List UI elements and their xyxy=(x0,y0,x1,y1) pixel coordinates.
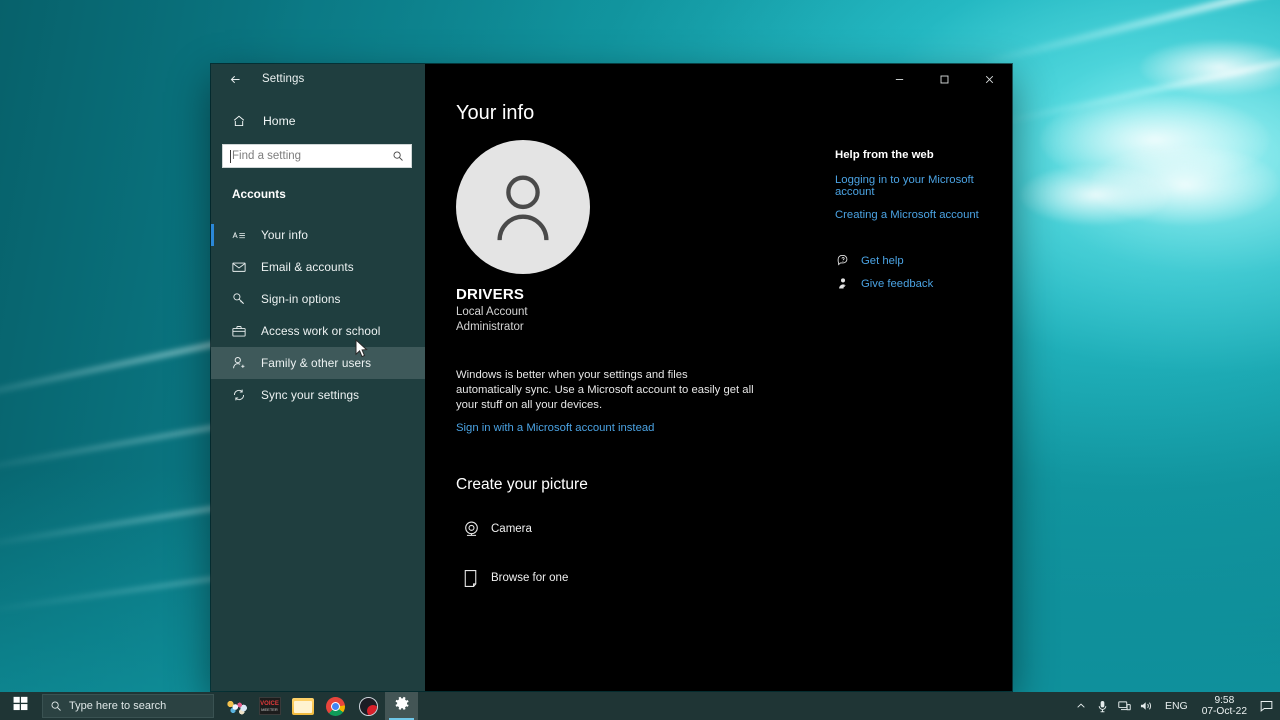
windows-start-icon xyxy=(13,696,28,716)
sync-icon xyxy=(232,388,250,402)
main-content: Your info DRIVERS Local Account Administ… xyxy=(425,102,1012,691)
sidebar-item-access-work-school[interactable]: Access work or school xyxy=(211,315,425,347)
input-language[interactable]: ENG xyxy=(1158,700,1195,712)
page-title: Your info xyxy=(456,102,535,124)
taskbar-search-box[interactable]: Type here to search xyxy=(42,694,214,718)
get-help-icon xyxy=(835,254,852,267)
taskbar-app-cortana[interactable] xyxy=(220,692,253,720)
taskbar: Type here to search VOICE MEETER ENG 9:5… xyxy=(0,692,1280,720)
taskbar-app-media-player[interactable] xyxy=(352,692,385,720)
maximize-button[interactable] xyxy=(922,64,967,94)
sidebar-nav-list: Your info Email & accounts Sign-in optio… xyxy=(211,219,425,411)
volume-icon[interactable] xyxy=(1136,692,1158,720)
add-person-icon xyxy=(232,356,250,370)
account-type: Local Account xyxy=(456,306,528,318)
taskbar-app-chrome[interactable] xyxy=(319,692,352,720)
chrome-icon xyxy=(326,696,345,716)
taskbar-app-file-explorer[interactable] xyxy=(286,692,319,720)
system-tray: ENG 9:58 07-Oct-22 xyxy=(1070,692,1280,720)
minimize-button[interactable] xyxy=(877,64,922,94)
help-actions: Get help Give feedback xyxy=(835,254,1010,290)
search-icon[interactable] xyxy=(392,150,411,162)
taskbar-search-placeholder: Type here to search xyxy=(69,700,167,712)
search-input[interactable] xyxy=(231,150,392,162)
avatar xyxy=(456,140,590,274)
feedback-icon xyxy=(835,277,852,290)
clock-time: 9:58 xyxy=(1214,695,1235,706)
give-feedback-action[interactable]: Give feedback xyxy=(835,277,1010,290)
window-titlebar-right xyxy=(425,64,1012,94)
sidebar-item-label: Family & other users xyxy=(261,356,372,370)
sidebar-item-your-info[interactable]: Your info xyxy=(211,219,425,251)
sidebar-item-sync-your-settings[interactable]: Sync your settings xyxy=(211,379,425,411)
back-arrow-icon[interactable] xyxy=(222,68,248,90)
help-rail-title: Help from the web xyxy=(835,149,934,161)
person-avatar-icon xyxy=(484,166,562,249)
microphone-icon[interactable] xyxy=(1092,692,1114,720)
settings-main-pane: Your info DRIVERS Local Account Administ… xyxy=(425,64,1012,691)
file-explorer-icon xyxy=(291,697,314,715)
account-info-icon xyxy=(232,229,250,242)
close-button[interactable] xyxy=(967,64,1012,94)
voicemeeter-line2: MEETER xyxy=(261,706,278,712)
picture-option-browse[interactable]: Browse for one xyxy=(456,564,1012,592)
sidebar-item-home[interactable]: Home xyxy=(211,107,425,135)
sidebar-item-label: Email & accounts xyxy=(261,260,354,274)
sidebar-item-family-other-users[interactable]: Family & other users xyxy=(211,347,425,379)
key-icon xyxy=(232,292,250,306)
network-icon[interactable] xyxy=(1114,692,1136,720)
sidebar-item-label: Access work or school xyxy=(261,324,381,338)
give-feedback-label[interactable]: Give feedback xyxy=(861,278,933,290)
help-link-creating-account[interactable]: Creating a Microsoft account xyxy=(835,209,1010,221)
sidebar-home-label: Home xyxy=(263,114,296,128)
chevron-up-icon[interactable] xyxy=(1070,692,1092,720)
get-help-action[interactable]: Get help xyxy=(835,254,1010,267)
picture-option-camera[interactable]: Camera xyxy=(456,515,1012,543)
picture-option-label: Camera xyxy=(491,523,532,535)
get-help-label[interactable]: Get help xyxy=(861,255,904,267)
voicemeeter-icon: VOICE MEETER xyxy=(258,697,281,715)
media-player-icon xyxy=(359,696,378,716)
taskbar-app-icons: VOICE MEETER xyxy=(220,692,418,720)
sidebar-item-label: Sign-in options xyxy=(261,292,341,306)
briefcase-icon xyxy=(232,325,250,338)
clock-date: 07-Oct-22 xyxy=(1201,706,1247,717)
window-titlebar-left: Settings xyxy=(211,64,425,94)
help-rail: Help from the web Logging in to your Mic… xyxy=(835,149,1010,300)
search-icon xyxy=(43,700,69,712)
account-role: Administrator xyxy=(456,321,524,333)
sidebar-section-title: Accounts xyxy=(232,187,286,201)
sidebar-item-label: Sync your settings xyxy=(261,388,360,402)
sidebar-item-signin-options[interactable]: Sign-in options xyxy=(211,283,425,315)
help-link-logging-in[interactable]: Logging in to your Microsoft account xyxy=(835,174,1010,198)
settings-sidebar: Settings Home Find a setting Accounts Yo… xyxy=(211,64,425,691)
sidebar-item-email-accounts[interactable]: Email & accounts xyxy=(211,251,425,283)
sign-in-microsoft-link[interactable]: Sign in with a Microsoft account instead xyxy=(456,422,654,434)
taskbar-app-settings[interactable] xyxy=(385,692,418,720)
notification-icon[interactable] xyxy=(1254,692,1278,720)
taskbar-app-voicemeeter[interactable]: VOICE MEETER xyxy=(253,692,286,720)
desktop: Settings Home Find a setting Accounts Yo… xyxy=(0,0,1280,720)
home-icon xyxy=(232,114,254,128)
envelope-icon xyxy=(232,261,250,273)
picture-option-label: Browse for one xyxy=(491,572,569,584)
clock[interactable]: 9:58 07-Oct-22 xyxy=(1195,692,1254,720)
start-button[interactable] xyxy=(0,692,40,720)
window-title: Settings xyxy=(262,73,305,85)
settings-search-box[interactable] xyxy=(222,144,412,168)
cortana-icon xyxy=(225,696,248,716)
sync-description: Windows is better when your settings and… xyxy=(456,369,754,411)
gear-icon xyxy=(393,695,410,717)
sidebar-item-label: Your info xyxy=(261,228,309,242)
camera-icon xyxy=(456,520,486,539)
settings-window: Settings Home Find a setting Accounts Yo… xyxy=(211,64,1012,691)
create-picture-heading: Create your picture xyxy=(456,476,588,493)
browse-file-icon xyxy=(456,569,486,588)
